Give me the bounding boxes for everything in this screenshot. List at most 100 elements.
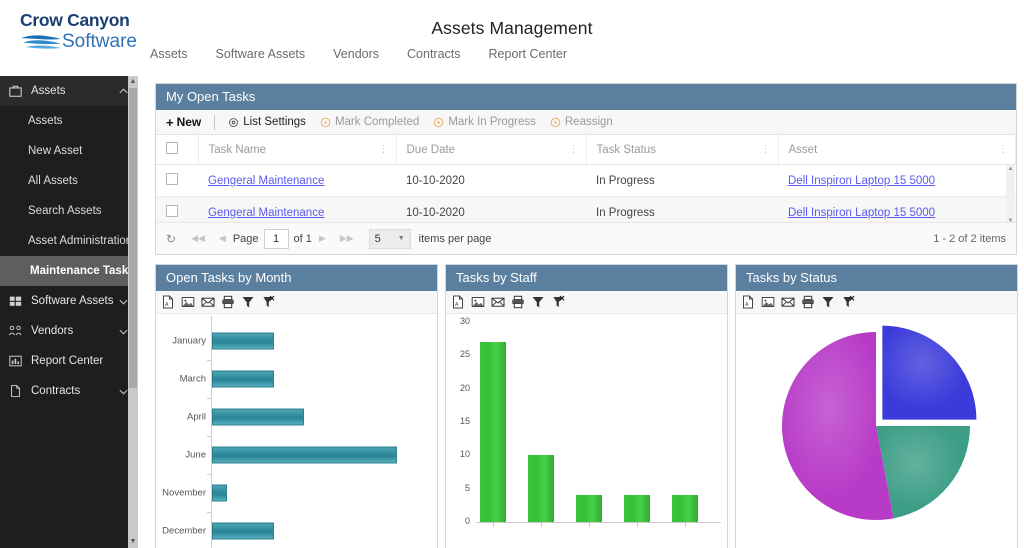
column-header-asset[interactable]: Asset ⋮	[778, 135, 1016, 165]
print-icon[interactable]	[221, 295, 235, 309]
image-export-icon[interactable]	[181, 295, 195, 309]
mark-completed-button[interactable]: Mark Completed	[313, 110, 426, 134]
pdf-export-icon[interactable]: A	[451, 295, 465, 309]
email-icon[interactable]	[201, 295, 215, 309]
nav-software-assets[interactable]: Software Assets	[202, 44, 320, 64]
pie-slice[interactable]: Slice 1: 25	[882, 326, 976, 420]
column-header-task-status[interactable]: Task Status ⋮	[586, 135, 778, 165]
grid-scrollbar[interactable]: ▲ ▼	[1006, 165, 1015, 226]
next-page-button[interactable]: ▶	[319, 233, 326, 244]
bar[interactable]	[672, 495, 698, 522]
my-open-tasks-panel: My Open Tasks + New List Settings	[155, 83, 1017, 255]
bar[interactable]	[212, 332, 274, 349]
bar[interactable]	[212, 446, 397, 463]
panel-title: Tasks by Status	[736, 265, 1017, 291]
scrollbar-thumb[interactable]	[129, 88, 137, 388]
filter-icon[interactable]	[531, 295, 545, 309]
prev-page-button[interactable]: ◀	[219, 233, 226, 244]
windows-icon	[8, 294, 23, 308]
select-all-header[interactable]	[156, 135, 198, 165]
grid-toolbar: + New List Settings	[156, 110, 1016, 135]
sidebar-item-asset-administration[interactable]: Asset Administration	[0, 226, 138, 256]
sidebar-group-contracts[interactable]: Contracts	[0, 376, 138, 406]
nav-contracts[interactable]: Contracts	[393, 44, 475, 64]
horizontal-bar-chart: JanuaryMarchAprilJuneNovemberDecember	[156, 314, 437, 548]
sidebar-item-label: Search Assets	[28, 205, 102, 217]
last-page-button[interactable]: ▶▶	[340, 233, 354, 244]
print-icon[interactable]	[511, 295, 525, 309]
clear-filter-icon[interactable]	[261, 295, 275, 309]
column-menu-icon[interactable]: ⋮	[998, 147, 1008, 153]
page-number-input[interactable]: 1	[264, 229, 289, 249]
task-name-link[interactable]: Gengeral Maintenance	[208, 175, 324, 187]
reassign-button[interactable]: Reassign	[543, 110, 620, 134]
sidebar-item-maintenance-tasks[interactable]: Maintenance Tasks	[0, 256, 138, 286]
nav-report-center[interactable]: Report Center	[475, 44, 582, 64]
sidebar-item-label: Asset Administration	[28, 235, 132, 247]
task-name-link[interactable]: Gengeral Maintenance	[208, 207, 324, 219]
row-select-cell[interactable]	[156, 165, 198, 197]
sidebar-group-assets[interactable]: Assets	[0, 76, 138, 106]
column-label: Due Date	[407, 144, 456, 156]
nav-assets[interactable]: Assets	[146, 44, 202, 64]
image-export-icon[interactable]	[471, 295, 485, 309]
table-row[interactable]: Gengeral Maintenance 10-10-2020 In Progr…	[156, 165, 1016, 197]
clear-filter-icon[interactable]	[841, 295, 855, 309]
asset-link[interactable]: Dell Inspiron Laptop 15 5000	[788, 207, 935, 219]
sidebar-item-new-asset[interactable]: New Asset	[0, 136, 138, 166]
bar[interactable]	[480, 342, 506, 522]
column-header-task-name[interactable]: Task Name ⋮	[198, 135, 396, 165]
sidebar-group-vendors[interactable]: Vendors	[0, 316, 138, 346]
scroll-up-arrow-icon[interactable]: ▲	[1006, 165, 1015, 174]
page-size-select[interactable]: 5 ▼	[369, 229, 411, 249]
axis-tick	[637, 523, 638, 527]
bar[interactable]	[528, 455, 554, 522]
top-navigation: Assets Software Assets Vendors Contracts…	[146, 44, 581, 64]
column-menu-icon[interactable]: ⋮	[569, 147, 579, 153]
list-settings-button[interactable]: List Settings	[221, 110, 313, 134]
pdf-export-icon[interactable]: A	[741, 295, 755, 309]
bar[interactable]	[576, 495, 602, 522]
first-page-button[interactable]: ◀◀	[191, 233, 205, 244]
row-checkbox[interactable]	[166, 205, 178, 217]
nav-vendors[interactable]: Vendors	[319, 44, 393, 64]
axis-tick	[685, 523, 686, 527]
sidebar-group-report-center[interactable]: Report Center	[0, 346, 138, 376]
image-export-icon[interactable]	[761, 295, 775, 309]
select-all-checkbox[interactable]	[166, 142, 178, 154]
row-checkbox[interactable]	[166, 173, 178, 185]
refresh-icon[interactable]: ↻	[166, 232, 176, 246]
email-icon[interactable]	[491, 295, 505, 309]
new-button[interactable]: + New	[164, 110, 208, 134]
email-icon[interactable]	[781, 295, 795, 309]
plus-icon: +	[166, 115, 174, 130]
column-menu-icon[interactable]: ⋮	[379, 147, 389, 153]
column-menu-icon[interactable]: ⋮	[761, 147, 771, 153]
sidebar-item-label: Maintenance Tasks	[30, 265, 135, 277]
axis-tick	[207, 474, 211, 475]
bar[interactable]	[212, 408, 304, 425]
y-axis-tick-label: 10	[450, 449, 470, 459]
column-header-due-date[interactable]: Due Date ⋮	[396, 135, 586, 165]
print-icon[interactable]	[801, 295, 815, 309]
bar[interactable]	[212, 522, 274, 539]
sidebar-group-software-assets[interactable]: Software Assets	[0, 286, 138, 316]
pdf-export-icon[interactable]: A	[161, 295, 175, 309]
scroll-up-arrow-icon[interactable]: ▲	[128, 77, 138, 87]
sidebar-group-label: Vendors	[31, 325, 118, 337]
bar[interactable]	[212, 484, 227, 501]
bar[interactable]	[624, 495, 650, 522]
clear-filter-icon[interactable]	[551, 295, 565, 309]
mark-in-progress-button[interactable]: Mark In Progress	[426, 110, 543, 134]
sidebar-item-all-assets[interactable]: All Assets	[0, 166, 138, 196]
sidebar-scrollbar[interactable]: ▲ ▼	[128, 76, 138, 548]
sidebar-item-label: Assets	[28, 115, 63, 127]
sidebar-item-assets[interactable]: Assets	[0, 106, 138, 136]
filter-icon[interactable]	[241, 295, 255, 309]
filter-icon[interactable]	[821, 295, 835, 309]
asset-link[interactable]: Dell Inspiron Laptop 15 5000	[788, 175, 935, 187]
scroll-down-arrow-icon[interactable]: ▼	[128, 537, 138, 547]
bar[interactable]	[212, 370, 274, 387]
page-label: Page	[233, 233, 259, 245]
sidebar-item-search-assets[interactable]: Search Assets	[0, 196, 138, 226]
